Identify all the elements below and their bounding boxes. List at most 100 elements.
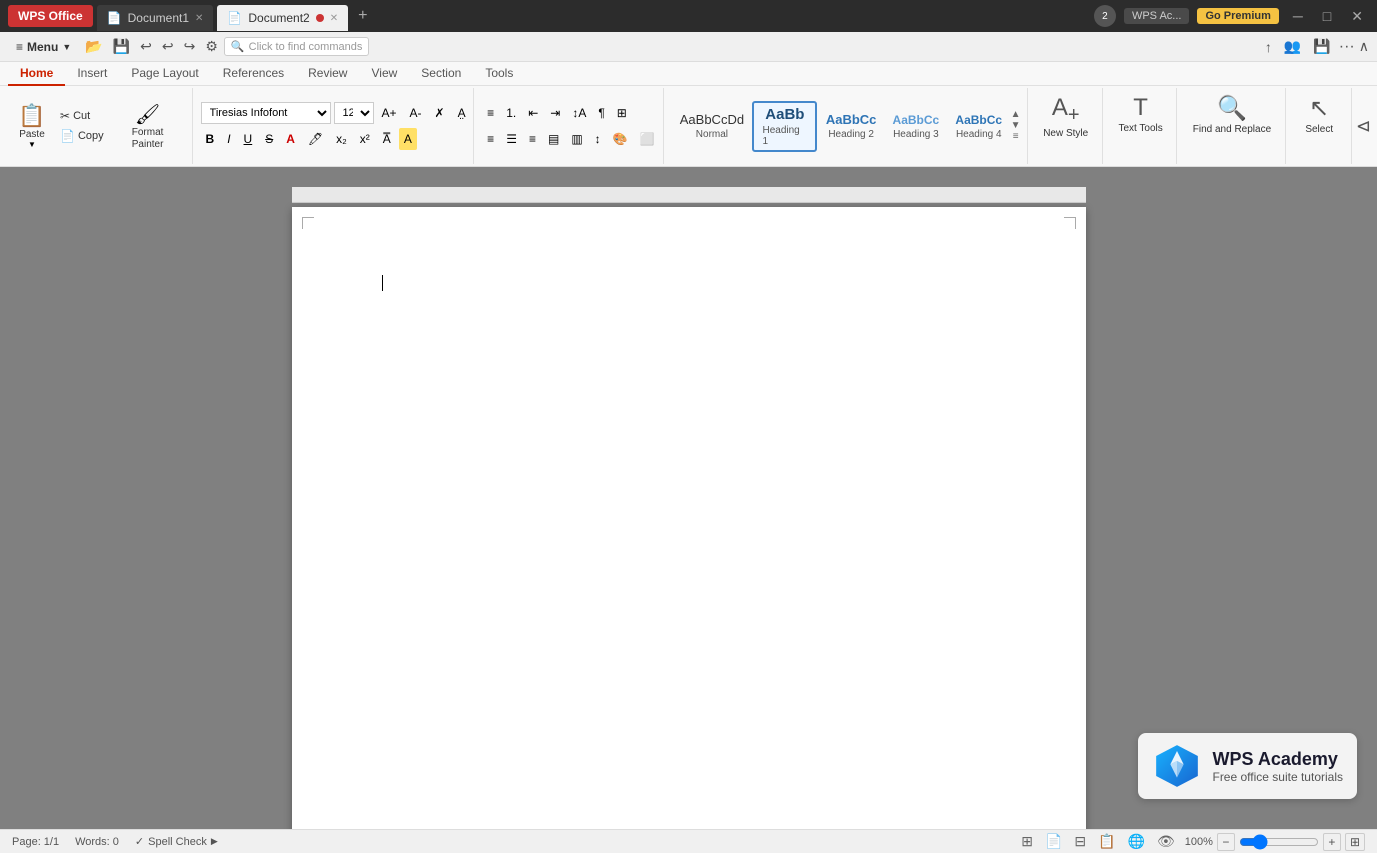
font-name-select[interactable]: Tiresias Infofont bbox=[201, 102, 331, 124]
tab-references[interactable]: References bbox=[211, 62, 296, 86]
tab-review[interactable]: Review bbox=[296, 62, 359, 86]
doc1-tab[interactable]: 📄 Document1 ✕ bbox=[97, 5, 214, 31]
format-painter-button[interactable]: 🖌 Format Painter bbox=[110, 98, 186, 155]
spell-check[interactable]: ✓ Spell Check ▶ bbox=[135, 835, 218, 848]
align-left-button[interactable]: ≡ bbox=[482, 128, 499, 150]
tab-tools[interactable]: Tools bbox=[473, 62, 525, 86]
undo-arrow-button[interactable]: ↩ bbox=[158, 36, 178, 57]
indent-increase-button[interactable]: ⇥ bbox=[545, 102, 565, 124]
cut-button[interactable]: ✂ Cut bbox=[56, 107, 108, 125]
title-bar: WPS Office 📄 Document1 ✕ 📄 Document2 ✕ +… bbox=[0, 0, 1377, 32]
account-button[interactable]: WPS Ac... bbox=[1124, 8, 1190, 24]
shading-button[interactable]: 🎨 bbox=[608, 128, 633, 150]
tab-view[interactable]: View bbox=[359, 62, 409, 86]
save-to-button[interactable]: 💾 bbox=[1309, 36, 1334, 57]
view-read-button[interactable]: 📄 bbox=[1043, 833, 1064, 850]
zoom-slider[interactable] bbox=[1239, 834, 1319, 850]
font-size-increase-button[interactable]: A+ bbox=[377, 102, 402, 124]
format-painter-label: Format Painter bbox=[116, 127, 180, 151]
view-normal-button[interactable]: ⊞ bbox=[1019, 833, 1035, 850]
bold-button[interactable]: B bbox=[201, 128, 220, 150]
numbering-button[interactable]: 1. bbox=[501, 102, 521, 124]
line-spacing-button[interactable]: ↕ bbox=[590, 128, 606, 150]
side-panel-toggle[interactable]: ⊲ bbox=[1354, 114, 1373, 139]
new-style-button[interactable]: A+ New Style bbox=[1035, 90, 1096, 144]
align-right-button[interactable]: ≡ bbox=[524, 128, 541, 150]
tab-insert[interactable]: Insert bbox=[65, 62, 119, 86]
cut-icon: ✂ bbox=[60, 109, 70, 123]
doc2-tab[interactable]: 📄 Document2 ✕ bbox=[217, 5, 348, 31]
distributed-button[interactable]: ▥ bbox=[566, 128, 587, 150]
tab-page-layout[interactable]: Page Layout bbox=[119, 62, 210, 86]
zoom-out-button[interactable]: − bbox=[1217, 833, 1235, 851]
maximize-button[interactable]: □ bbox=[1317, 8, 1337, 24]
find-replace-button[interactable]: 🔍 Find and Replace bbox=[1185, 90, 1279, 140]
indent-decrease-button[interactable]: ⇤ bbox=[523, 102, 543, 124]
paste-button[interactable]: 📋 Paste ▼ bbox=[10, 99, 54, 153]
new-style-group: A+ New Style bbox=[1030, 88, 1103, 164]
style-normal[interactable]: AaBbCcDd Normal bbox=[672, 109, 751, 143]
font-color-button[interactable]: A bbox=[281, 128, 300, 150]
wps-office-button[interactable]: WPS Office bbox=[8, 5, 93, 27]
document-page[interactable] bbox=[292, 207, 1086, 829]
text-tools-button[interactable]: T Text Tools bbox=[1110, 90, 1170, 139]
styles-scroll-up[interactable]: ▲ bbox=[1011, 110, 1021, 120]
view-split-button[interactable]: ⊟ bbox=[1072, 833, 1088, 850]
font-size-select[interactable]: 12 bbox=[334, 102, 374, 124]
text-effects-button[interactable]: A̤ bbox=[453, 102, 471, 124]
view-web-button[interactable]: 🌐 bbox=[1126, 833, 1147, 850]
close-button[interactable]: ✕ bbox=[1345, 8, 1369, 25]
strikethrough-button[interactable]: S bbox=[260, 128, 278, 150]
new-tab-button[interactable]: + bbox=[352, 7, 373, 25]
paste-arrow: ▼ bbox=[28, 140, 36, 149]
zoom-fit-button[interactable]: ⊞ bbox=[1345, 833, 1365, 851]
styles-scroll-down[interactable]: ▼ bbox=[1011, 121, 1021, 131]
document-area[interactable]: WPS Academy Free office suite tutorials bbox=[0, 167, 1377, 829]
more-options-button[interactable]: ··· bbox=[1339, 38, 1355, 56]
open-button[interactable]: 📂 bbox=[81, 36, 106, 57]
style-heading3[interactable]: AaBbCc Heading 3 bbox=[885, 110, 947, 143]
styles-expand[interactable]: ≡ bbox=[1011, 132, 1021, 142]
char-shading-button[interactable]: A bbox=[399, 128, 417, 150]
style-heading2[interactable]: AaBbCc Heading 2 bbox=[818, 109, 884, 143]
highlight-button[interactable]: 🖊 bbox=[303, 128, 328, 150]
sort-button[interactable]: ↕A bbox=[567, 102, 591, 124]
zoom-in-button[interactable]: + bbox=[1323, 833, 1341, 851]
show-para-button[interactable]: ¶ bbox=[593, 102, 609, 124]
spell-check-text: Spell Check bbox=[148, 836, 207, 848]
italic-button[interactable]: I bbox=[222, 128, 235, 150]
save-button[interactable]: 💾 bbox=[109, 36, 134, 57]
redo-button[interactable]: ↪ bbox=[180, 36, 200, 57]
show-grid-button[interactable]: ⊞ bbox=[612, 102, 632, 124]
view-focus-button[interactable]: 👁 bbox=[1155, 833, 1177, 850]
share-button[interactable]: ↑ bbox=[1261, 37, 1276, 57]
collaborate-button[interactable]: 👥 bbox=[1280, 36, 1305, 57]
style-heading1[interactable]: AaBb Heading 1 bbox=[752, 101, 817, 152]
search-command-box[interactable]: 🔍 Click to find commands bbox=[224, 37, 369, 56]
doc1-close[interactable]: ✕ bbox=[195, 13, 203, 24]
align-center-button[interactable]: ☰ bbox=[501, 128, 522, 150]
bullets-button[interactable]: ≡ bbox=[482, 102, 499, 124]
border-button[interactable]: ⬜ bbox=[635, 128, 660, 150]
clear-format-button[interactable]: ✗ bbox=[430, 102, 450, 124]
undo-button[interactable]: ↩ bbox=[136, 36, 156, 57]
char-border-button[interactable]: A̿ bbox=[378, 128, 396, 150]
justify-button[interactable]: ▤ bbox=[543, 128, 564, 150]
new-style-label: New Style bbox=[1043, 128, 1088, 140]
doc2-close[interactable]: ✕ bbox=[330, 13, 338, 24]
tab-section[interactable]: Section bbox=[409, 62, 473, 86]
font-size-decrease-button[interactable]: A- bbox=[405, 102, 427, 124]
premium-button[interactable]: Go Premium bbox=[1197, 8, 1278, 24]
style-heading4[interactable]: AaBbCc Heading 4 bbox=[948, 110, 1010, 143]
menu-toggle[interactable]: ≡ Menu ▼ bbox=[8, 37, 79, 57]
minimize-button[interactable]: ─ bbox=[1287, 8, 1309, 24]
underline-button[interactable]: U bbox=[239, 128, 258, 150]
view-outline-button[interactable]: 📋 bbox=[1096, 833, 1117, 850]
customize-button[interactable]: ⚙ bbox=[201, 36, 222, 57]
select-button[interactable]: ↖ Select bbox=[1293, 90, 1345, 140]
superscript-button[interactable]: x² bbox=[355, 128, 375, 150]
copy-button[interactable]: 📄 Copy bbox=[56, 127, 108, 145]
tab-home[interactable]: Home bbox=[8, 62, 65, 86]
expand-ribbon-button[interactable]: ∧ bbox=[1359, 38, 1369, 55]
subscript-button[interactable]: x₂ bbox=[331, 128, 352, 150]
